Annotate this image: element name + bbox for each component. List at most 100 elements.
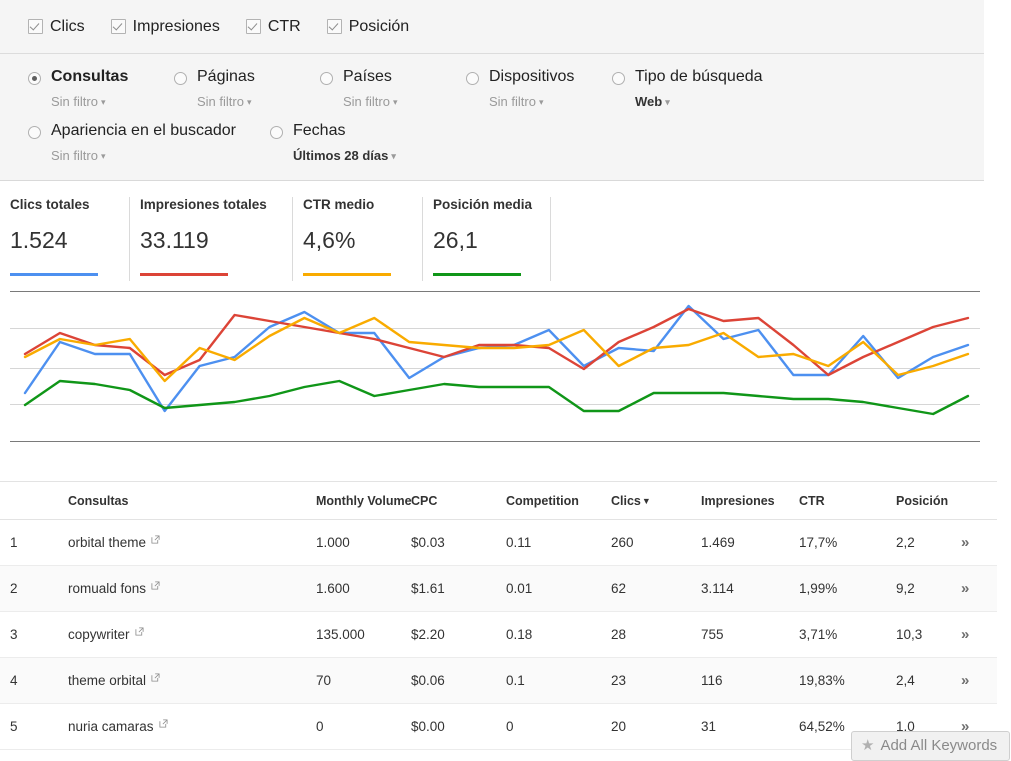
chevron-down-icon: ▾ — [100, 151, 106, 162]
chevron-double-right-icon[interactable]: » — [961, 534, 969, 551]
dimension-option-pa-ses[interactable]: Países Sin filtro ▾ — [320, 68, 466, 108]
cell-query[interactable]: orbital theme — [68, 519, 316, 566]
column-header-idx[interactable] — [0, 481, 68, 520]
cell-vol: 135.000 — [316, 611, 411, 658]
column-header-comp[interactable]: Competition — [506, 481, 611, 520]
cell-query[interactable]: theme orbital — [68, 657, 316, 704]
dimension-filter-value: Sin filtro — [51, 94, 98, 109]
column-header-clics[interactable]: Clics▼ — [611, 481, 701, 520]
cell-impr: 31 — [701, 703, 799, 750]
external-link-icon[interactable] — [151, 535, 160, 544]
external-link-icon[interactable] — [135, 627, 144, 636]
checkbox-icon[interactable] — [245, 19, 261, 34]
chevron-down-icon: ▾ — [392, 97, 398, 108]
dimension-filter-dropdown[interactable]: Web ▾ — [635, 95, 763, 108]
dimension-row-primary: Consultas Sin filtro ▾ Páginas Sin filtro ▾ Pa… — [28, 68, 984, 108]
table-row[interactable]: 1 orbital theme 1.000 $0.03 0.11 260 1.469 17,7… — [0, 519, 997, 566]
chevron-double-right-icon[interactable]: » — [961, 580, 969, 597]
query-text: nuria camaras — [68, 719, 154, 734]
table-row[interactable]: 2 romuald fons 1.600 $1.61 0.01 62 3.114 1,99% 9… — [0, 565, 997, 612]
expand-row-button[interactable]: » — [961, 565, 997, 612]
cell-comp: 0 — [506, 703, 611, 750]
cell-idx: 5 — [0, 703, 68, 750]
table-row[interactable]: 4 theme orbital 70 $0.06 0.1 23 116 19,83% 2,4» — [0, 657, 997, 704]
radio-icon[interactable] — [270, 126, 283, 139]
cell-ctr: 1,99% — [799, 565, 896, 612]
cell-cpc: $0.00 — [411, 703, 506, 750]
dimension-option-fechas[interactable]: Fechas Últimos 28 días ▾ — [270, 122, 530, 162]
cell-query[interactable]: romuald fons — [68, 565, 316, 612]
external-link-icon[interactable] — [159, 719, 168, 728]
column-header-query[interactable]: Consultas — [68, 481, 316, 520]
expand-row-button[interactable]: » — [961, 519, 997, 566]
column-header-label: Competition — [506, 494, 579, 508]
cell-impr: 3.114 — [701, 565, 799, 612]
cell-ctr: 17,7% — [799, 519, 896, 566]
dimension-filter-dropdown[interactable]: Sin filtro ▾ — [51, 149, 236, 162]
dimension-option-tipo-de-b-squeda[interactable]: Tipo de búsqueda Web ▾ — [612, 68, 832, 108]
dimension-filter-dropdown[interactable]: Sin filtro ▾ — [51, 95, 128, 108]
column-header-vol[interactable]: Monthly Volume — [316, 481, 412, 520]
radio-icon[interactable] — [174, 72, 187, 85]
radio-icon[interactable] — [320, 72, 333, 85]
dimension-filter-dropdown[interactable]: Sin filtro ▾ — [197, 95, 255, 108]
summary-card-value: 33.119 — [140, 227, 209, 253]
column-header-ctr[interactable]: CTR — [799, 481, 896, 520]
summary-metrics: Clics totales 1.524 Impresiones totales 33.… — [0, 181, 1011, 281]
summary-card-value: 4,6% — [303, 227, 356, 253]
dimension-option-dispositivos[interactable]: Dispositivos Sin filtro ▾ — [466, 68, 612, 108]
cell-cpc: $0.03 — [411, 519, 506, 566]
chart-line-ctr — [23, 316, 970, 383]
table-row[interactable]: 5 nuria camaras 0 $0.00 0 20 31 64,52% 1,0» — [0, 703, 997, 750]
summary-card-accent-bar — [433, 273, 521, 276]
dimension-label: Páginas — [197, 68, 255, 85]
cell-vol: 0 — [316, 703, 411, 750]
cell-query[interactable]: copywriter — [68, 611, 316, 658]
column-header-more[interactable] — [961, 481, 997, 520]
dimension-option-apariencia-en-el-buscador[interactable]: Apariencia en el buscador Sin filtro ▾ — [28, 122, 270, 162]
dimension-option-p-ginas[interactable]: Páginas Sin filtro ▾ — [174, 68, 320, 108]
cell-clics: 62 — [611, 565, 701, 612]
chevron-down-icon: ▾ — [100, 97, 106, 108]
cell-vol: 1.000 — [316, 519, 411, 566]
column-header-label: Clics — [611, 494, 641, 508]
expand-row-button[interactable]: » — [961, 611, 997, 658]
dimension-filter-dropdown[interactable]: Sin filtro ▾ — [489, 95, 574, 108]
radio-icon[interactable] — [28, 72, 41, 85]
chart-line-posici-n — [23, 379, 970, 416]
checkbox-icon[interactable] — [110, 19, 126, 34]
metric-checkbox-ctr[interactable]: CTR — [245, 18, 301, 36]
radio-icon[interactable] — [28, 126, 41, 139]
metric-checkbox-clics[interactable]: Clics — [28, 18, 85, 36]
cell-comp: 0.1 — [506, 657, 611, 704]
external-link-icon[interactable] — [151, 673, 160, 682]
chevron-double-right-icon[interactable]: » — [961, 672, 969, 689]
chevron-double-right-icon[interactable]: » — [961, 626, 969, 643]
radio-icon[interactable] — [466, 72, 479, 85]
column-header-impr[interactable]: Impresiones — [701, 481, 799, 520]
radio-icon[interactable] — [612, 72, 625, 85]
cell-query[interactable]: nuria camaras — [68, 703, 316, 750]
external-link-icon[interactable] — [151, 581, 160, 590]
dimension-filter-value: Sin filtro — [51, 148, 98, 163]
cell-pos: 2,4 — [896, 657, 961, 704]
metric-checkbox-posicin[interactable]: Posición — [326, 18, 409, 36]
column-header-pos[interactable]: Posición — [896, 481, 961, 520]
dimension-filter-dropdown[interactable]: Sin filtro ▾ — [343, 95, 398, 108]
checkbox-icon[interactable] — [28, 19, 43, 34]
table-row[interactable]: 3 copywriter 135.000 $2.20 0.18 28 755 3,71% 10,… — [0, 611, 997, 658]
dimension-filter-dropdown[interactable]: Últimos 28 días ▾ — [293, 149, 396, 162]
cell-cpc: $2.20 — [411, 611, 506, 658]
column-header-cpc[interactable]: CPC — [411, 481, 506, 520]
cell-idx: 3 — [0, 611, 68, 658]
query-text: theme orbital — [68, 673, 147, 688]
add-all-keywords-label: Add All Keywords — [880, 737, 998, 754]
add-all-keywords-button[interactable]: ★ Add All Keywords — [851, 731, 1011, 761]
summary-card-value: 26,1 — [433, 227, 478, 253]
dimension-option-consultas[interactable]: Consultas Sin filtro ▾ — [28, 68, 174, 108]
metric-checkbox-impresiones[interactable]: Impresiones — [110, 18, 220, 36]
summary-card-label: Posición media — [433, 197, 533, 212]
cell-pos: 2,2 — [896, 519, 961, 566]
checkbox-icon[interactable] — [326, 19, 342, 34]
expand-row-button[interactable]: » — [961, 657, 997, 704]
